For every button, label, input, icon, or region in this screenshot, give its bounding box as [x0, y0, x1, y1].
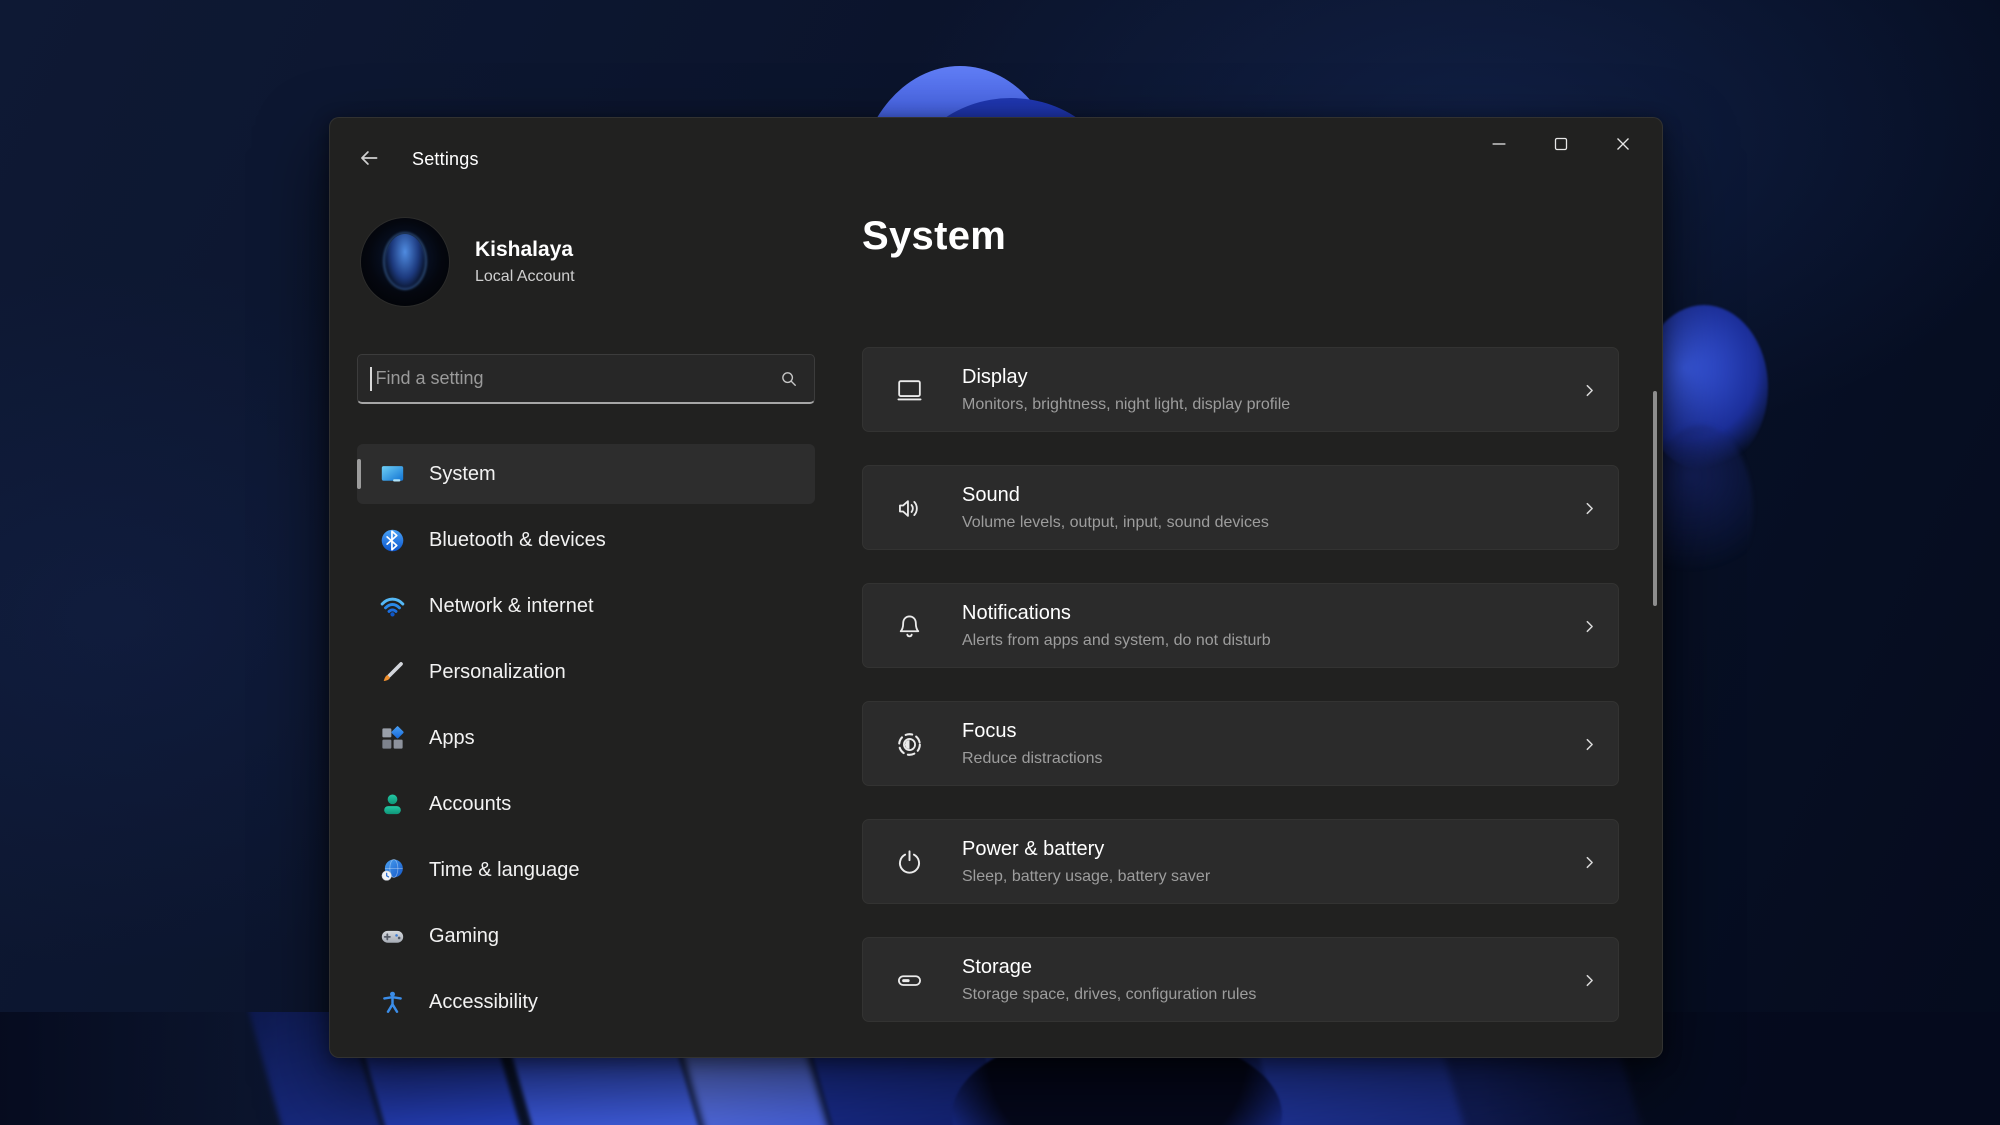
- minimize-icon: [1488, 133, 1510, 155]
- notifications-icon: [894, 611, 925, 642]
- minimize-button[interactable]: [1468, 122, 1530, 166]
- sidebar-item-system[interactable]: System: [357, 444, 815, 504]
- personalization-icon: [379, 659, 406, 686]
- selection-indicator: [357, 459, 361, 489]
- storage-icon: [894, 965, 925, 996]
- sidebar-item-bluetooth-devices[interactable]: Bluetooth & devices: [357, 510, 815, 570]
- card-title: Power & battery: [962, 838, 1210, 861]
- sidebar-item-personalization[interactable]: Personalization: [357, 642, 815, 702]
- back-button[interactable]: [352, 142, 386, 176]
- wallpaper-bloom-right-lower: [1648, 425, 1753, 595]
- caption-buttons: [1468, 122, 1654, 166]
- gaming-icon: [379, 923, 406, 950]
- card-subtitle: Monitors, brightness, night light, displ…: [962, 396, 1290, 414]
- sidebar-item-label: Network & internet: [429, 595, 594, 618]
- close-button[interactable]: [1592, 122, 1654, 166]
- card-display[interactable]: Display Monitors, brightness, night ligh…: [862, 347, 1619, 432]
- search-box[interactable]: [357, 354, 815, 404]
- sidebar-item-label: Gaming: [429, 925, 499, 948]
- card-subtitle: Sleep, battery usage, battery saver: [962, 868, 1210, 886]
- sidebar-item-accounts[interactable]: Accounts: [357, 774, 815, 834]
- settings-window: Settings Kishalaya Local Account: [329, 117, 1663, 1058]
- sidebar-item-accessibility[interactable]: Accessibility: [357, 972, 815, 1032]
- focus-icon: [894, 729, 925, 760]
- network-icon: [379, 593, 406, 620]
- app-title: Settings: [412, 149, 479, 170]
- sidebar-item-apps[interactable]: Apps: [357, 708, 815, 768]
- maximize-button[interactable]: [1530, 122, 1592, 166]
- titlebar: Settings: [330, 118, 1662, 180]
- card-subtitle: Storage space, drives, configuration rul…: [962, 986, 1256, 1004]
- account-type: Local Account: [475, 268, 575, 286]
- sidebar-item-network-internet[interactable]: Network & internet: [357, 576, 815, 636]
- card-storage[interactable]: Storage Storage space, drives, configura…: [862, 937, 1619, 1022]
- card-focus[interactable]: Focus Reduce distractions: [862, 701, 1619, 786]
- accessibility-icon: [379, 989, 406, 1016]
- sidebar-item-label: Personalization: [429, 661, 566, 684]
- close-icon: [1612, 133, 1634, 155]
- back-arrow-icon: [356, 145, 382, 171]
- bluetooth-icon: [379, 527, 406, 554]
- maximize-icon: [1550, 133, 1572, 155]
- sidebar-nav: System Bluetooth & devices Network & int…: [357, 444, 815, 1038]
- card-sound[interactable]: Sound Volume levels, output, input, soun…: [862, 465, 1619, 550]
- sidebar-item-label: Accessibility: [429, 991, 538, 1014]
- card-subtitle: Reduce distractions: [962, 750, 1103, 768]
- chevron-right-icon: [1579, 970, 1600, 991]
- card-notifications[interactable]: Notifications Alerts from apps and syste…: [862, 583, 1619, 668]
- apps-icon: [379, 725, 406, 752]
- card-subtitle: Alerts from apps and system, do not dist…: [962, 632, 1271, 650]
- sidebar-item-label: Accounts: [429, 793, 511, 816]
- chevron-right-icon: [1579, 380, 1600, 401]
- account-name: Kishalaya: [475, 238, 575, 262]
- sidebar-item-time-language[interactable]: Time & language: [357, 840, 815, 900]
- page-title: System: [862, 214, 1006, 259]
- accounts-icon: [379, 791, 406, 818]
- card-title: Focus: [962, 720, 1103, 743]
- search-icon: [778, 368, 800, 390]
- card-title: Display: [962, 366, 1290, 389]
- system-icon: [379, 461, 406, 488]
- card-title: Storage: [962, 956, 1256, 979]
- sidebar-item-label: Time & language: [429, 859, 579, 882]
- card-title: Sound: [962, 484, 1269, 507]
- card-power-battery[interactable]: Power & battery Sleep, battery usage, ba…: [862, 819, 1619, 904]
- display-icon: [894, 375, 925, 406]
- account-header: Kishalaya Local Account: [361, 218, 575, 306]
- sidebar-item-gaming[interactable]: Gaming: [357, 906, 815, 966]
- sound-icon: [894, 493, 925, 524]
- avatar: [361, 218, 449, 306]
- settings-cards: Display Monitors, brightness, night ligh…: [862, 347, 1619, 1055]
- time-language-icon: [379, 857, 406, 884]
- chevron-right-icon: [1579, 498, 1600, 519]
- chevron-right-icon: [1579, 852, 1600, 873]
- chevron-right-icon: [1579, 734, 1600, 755]
- card-title: Notifications: [962, 602, 1271, 625]
- sidebar-item-label: Bluetooth & devices: [429, 529, 606, 552]
- sidebar-item-label: Apps: [429, 727, 475, 750]
- card-subtitle: Volume levels, output, input, sound devi…: [962, 514, 1269, 532]
- chevron-right-icon: [1579, 616, 1600, 637]
- sidebar-item-label: System: [429, 463, 496, 486]
- power-icon: [894, 847, 925, 878]
- search-input[interactable]: [372, 355, 779, 402]
- scrollbar-thumb[interactable]: [1653, 391, 1657, 606]
